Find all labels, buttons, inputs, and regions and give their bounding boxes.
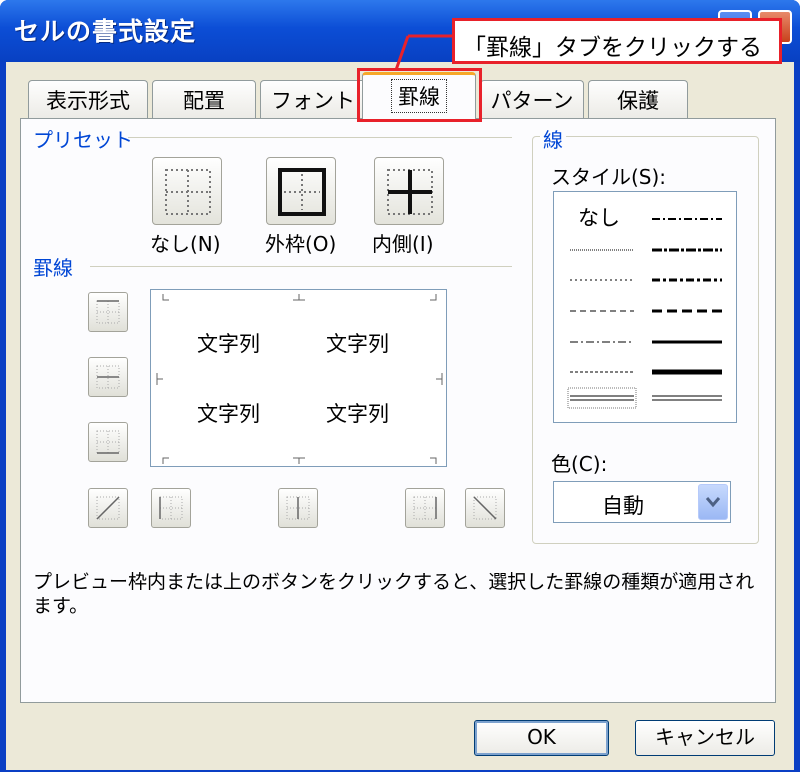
- border-left-button[interactable]: [151, 488, 191, 528]
- border-separator: [90, 266, 512, 267]
- border-outline-icon: [278, 168, 326, 216]
- window-title: セルの書式設定: [14, 17, 197, 46]
- border-middle-vertical-button[interactable]: [278, 488, 318, 528]
- border-horizontal-icon: [96, 365, 120, 389]
- chevron-down-icon: [705, 497, 721, 508]
- border-right-button[interactable]: [405, 488, 445, 528]
- border-inside-icon: [387, 169, 433, 215]
- ok-button[interactable]: OK: [474, 720, 609, 756]
- tab-label: 保護: [617, 89, 659, 113]
- border-middle-horizontal-button[interactable]: [88, 357, 128, 397]
- border-diagonal-down-button[interactable]: [465, 488, 505, 528]
- preset-none-button[interactable]: [152, 157, 222, 225]
- line-style-label: スタイル(S):: [551, 165, 667, 189]
- line-color-label: 色(C):: [551, 452, 608, 476]
- line-style-list[interactable]: なし: [553, 191, 737, 423]
- preset-inside-label: 内側(I): [372, 232, 434, 256]
- border-diagonal-up-button[interactable]: [88, 488, 128, 528]
- tab-protection[interactable]: 保護: [588, 80, 688, 118]
- diagonal-up-icon: [96, 496, 120, 520]
- preset-none-label: なし(N): [150, 232, 221, 256]
- border-preview-area[interactable]: 文字列 文字列 文字列 文字列: [150, 289, 447, 467]
- preview-text-top-right: 文字列: [326, 332, 389, 356]
- dropdown-arrow-button[interactable]: [698, 484, 728, 520]
- tab-alignment[interactable]: 配置: [152, 80, 256, 118]
- line-color-value: 自動: [602, 494, 644, 518]
- border-vertical-icon: [286, 496, 310, 520]
- line-color-select[interactable]: 自動: [553, 481, 731, 523]
- preset-outline-button[interactable]: [266, 157, 336, 225]
- help-description-text: プレビュー枠内または上のボタンをクリックすると、選択した罫線の種類が適用されます…: [33, 571, 755, 617]
- tab-label: 表示形式: [46, 89, 130, 113]
- border-group-label: 罫線: [33, 256, 73, 280]
- annotation-callout: 「罫線」タブをクリックする: [452, 18, 782, 64]
- preview-corner-marks: [156, 294, 443, 464]
- tab-label: フォント: [271, 89, 355, 113]
- cell-format-dialog-screenshot: セルの書式設定 表示形式 配置 フォント 罫線 パターン 保護 プリセット なし…: [0, 0, 800, 772]
- callout-pointer: [394, 34, 454, 71]
- line-style-samples: [567, 218, 722, 409]
- preset-outline-label: 外枠(O): [265, 232, 337, 256]
- border-top-button[interactable]: [88, 292, 128, 332]
- line-group-label: 線: [540, 124, 566, 153]
- tab-label: 配置: [183, 89, 225, 113]
- preview-text-top-left: 文字列: [197, 332, 260, 356]
- border-none-icon: [165, 169, 211, 215]
- cancel-button[interactable]: キャンセル: [635, 720, 775, 756]
- presets-group-label: プリセット: [33, 128, 133, 152]
- diagonal-down-icon: [473, 496, 497, 520]
- tab-pattern[interactable]: パターン: [480, 80, 584, 118]
- callout-text: 「罫線」タブをクリックする: [463, 35, 762, 61]
- border-bottom-icon: [96, 430, 120, 454]
- preset-inside-button[interactable]: [374, 157, 444, 225]
- preview-text-bottom-left: 文字列: [197, 402, 260, 426]
- border-left-icon: [159, 496, 183, 520]
- border-top-icon: [96, 300, 120, 324]
- preview-text-bottom-right: 文字列: [326, 402, 389, 426]
- tab-number-format[interactable]: 表示形式: [28, 80, 148, 118]
- tab-label: パターン: [490, 89, 574, 113]
- tab-font[interactable]: フォント: [260, 80, 366, 118]
- border-right-icon: [413, 496, 437, 520]
- presets-separator: [128, 137, 512, 138]
- tab-highlight-box: [357, 68, 482, 122]
- border-bottom-button[interactable]: [88, 422, 128, 462]
